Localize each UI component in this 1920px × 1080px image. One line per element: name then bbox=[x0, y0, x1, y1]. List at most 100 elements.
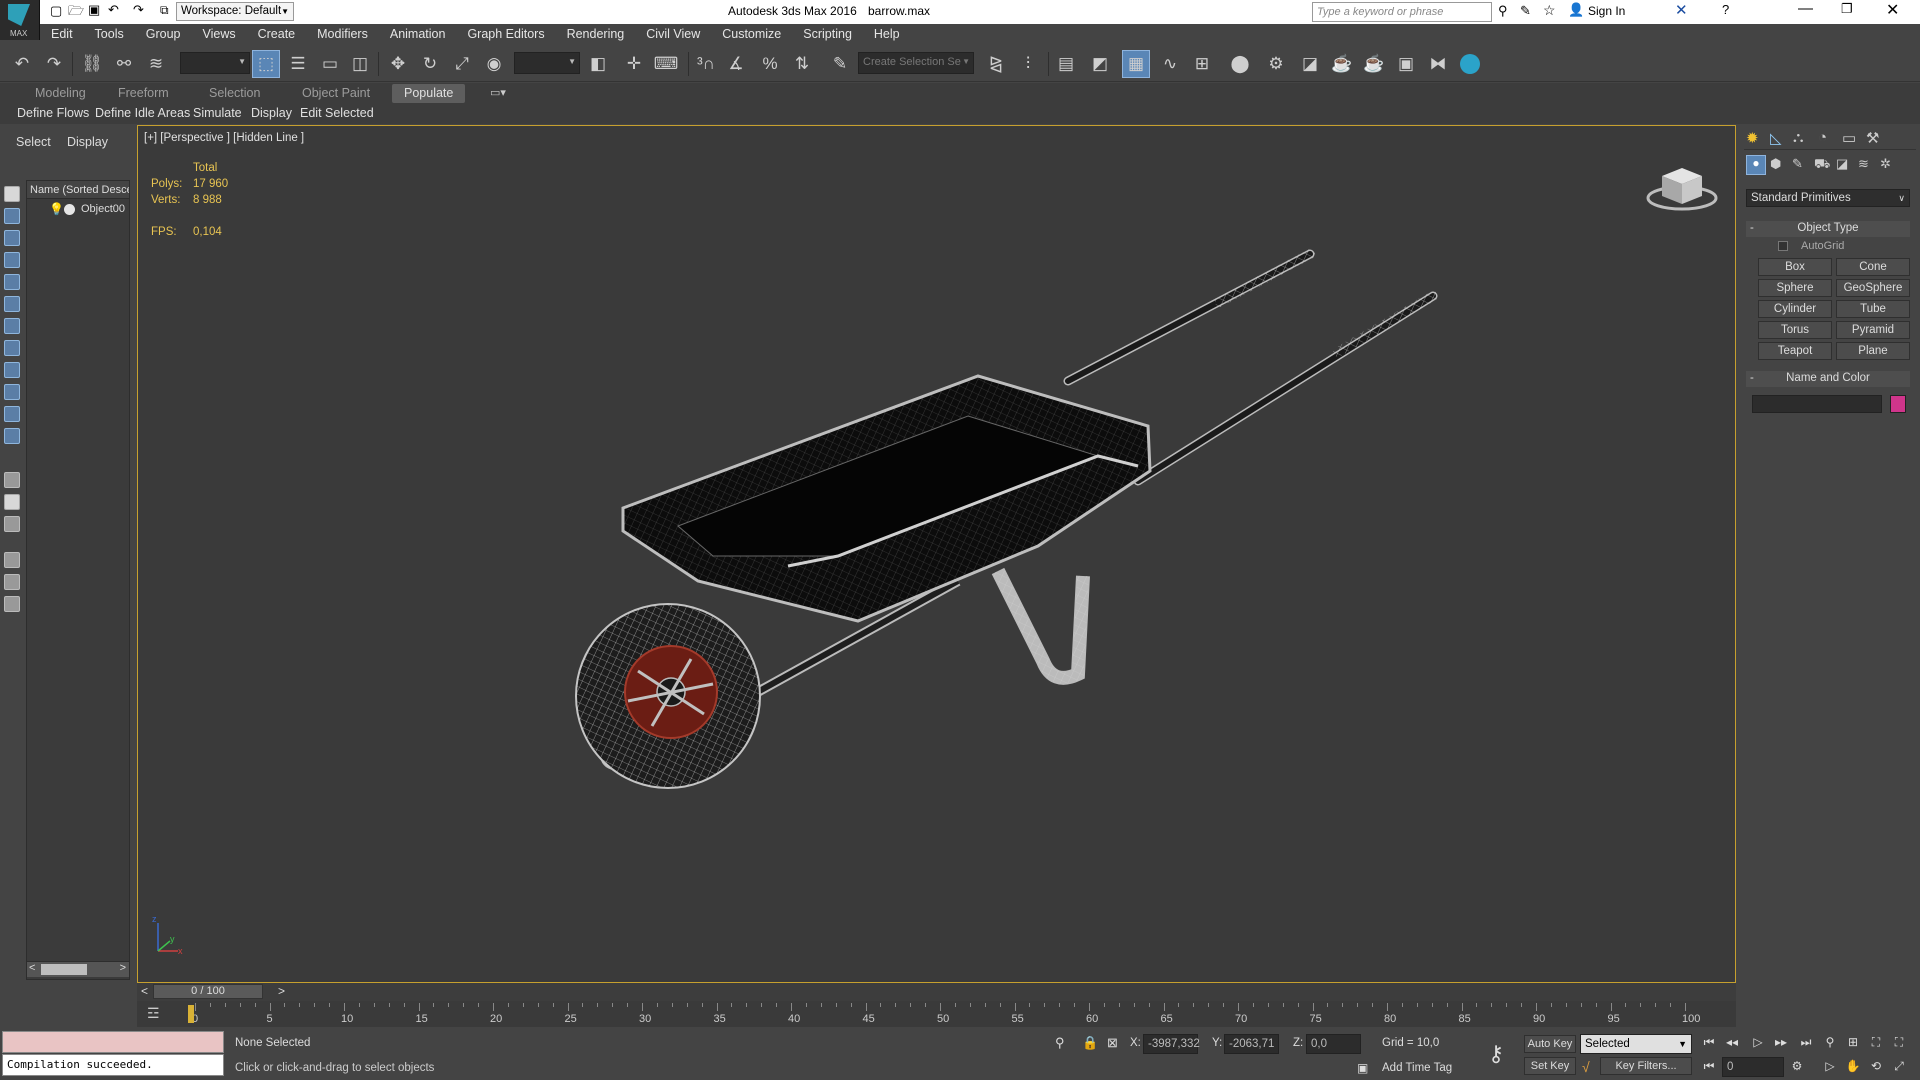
material-editor-icon[interactable]: ⬤ bbox=[1226, 50, 1254, 78]
selection-filter-dropdown[interactable]: ▼ bbox=[180, 52, 250, 74]
motion-tab-icon[interactable]: ◔ bbox=[1818, 129, 1827, 146]
reference-coordinate-dropdown[interactable]: ▼ bbox=[514, 52, 580, 74]
place-icon[interactable]: ◉ bbox=[480, 50, 508, 78]
time-slider-next-icon[interactable]: > bbox=[278, 984, 285, 998]
menu-rendering[interactable]: Rendering bbox=[556, 24, 636, 44]
zoom-extents-icon[interactable]: ⛶ bbox=[1866, 1032, 1886, 1052]
time-slider[interactable]: < 0 / 100 > bbox=[137, 983, 1736, 1001]
menu-customize[interactable]: Customize bbox=[711, 24, 792, 44]
menu-help[interactable]: Help bbox=[863, 24, 911, 44]
isolate-icon[interactable]: ⚲ bbox=[1055, 1035, 1065, 1051]
curve-editor-icon[interactable]: ∿ bbox=[1156, 50, 1184, 78]
menu-views[interactable]: Views bbox=[191, 24, 246, 44]
render-icon[interactable]: ☕ bbox=[1328, 50, 1356, 78]
move-icon[interactable]: ✥ bbox=[384, 50, 412, 78]
define-idle-areas-button[interactable]: Define Idle Areas bbox=[95, 106, 190, 120]
define-flows-button[interactable]: Define Flows bbox=[17, 106, 89, 120]
percent-snap-icon[interactable]: % bbox=[756, 50, 784, 78]
link-icon[interactable]: ⛓ bbox=[78, 50, 106, 78]
pan-view-icon[interactable]: ✋ bbox=[1843, 1056, 1863, 1076]
helpers-icon[interactable]: ◪ bbox=[1836, 156, 1848, 172]
undo-icon[interactable]: ↶ bbox=[108, 2, 119, 18]
scene-tab-select[interactable]: Select bbox=[16, 135, 51, 149]
modify-tab-icon[interactable]: ◺ bbox=[1770, 129, 1782, 147]
freeze-icon[interactable] bbox=[64, 204, 75, 215]
tube-button[interactable]: Tube bbox=[1836, 300, 1910, 318]
scale-icon[interactable]: ⤢ bbox=[448, 50, 476, 78]
object-color-swatch[interactable] bbox=[1890, 395, 1906, 413]
star-icon[interactable]: ☆ bbox=[1543, 2, 1556, 19]
zoom-extents-all-icon[interactable]: ⛶ bbox=[1889, 1032, 1909, 1052]
display-tab-icon[interactable]: ▭ bbox=[1842, 129, 1856, 147]
help-icon[interactable]: ? bbox=[1722, 2, 1729, 17]
scroll-left-icon[interactable]: < bbox=[29, 962, 35, 974]
name-color-rollout-header[interactable]: - Name and Color bbox=[1746, 371, 1910, 387]
project-folder-icon[interactable]: ⧉ bbox=[160, 3, 169, 18]
tab-freeform[interactable]: Freeform bbox=[118, 86, 169, 100]
autogrid-checkbox[interactable] bbox=[1778, 241, 1788, 251]
display-dependents-icon[interactable] bbox=[4, 516, 20, 532]
go-to-start-icon[interactable]: ⏮ bbox=[1699, 1032, 1719, 1052]
wheelbarrow-model[interactable] bbox=[138, 126, 1735, 982]
key-curve-icon[interactable]: √ bbox=[1582, 1059, 1590, 1075]
display-none-icon[interactable] bbox=[4, 186, 20, 202]
display-bones-icon[interactable] bbox=[4, 384, 20, 400]
display-button[interactable]: Display bbox=[251, 106, 292, 120]
workspace-dropdown[interactable]: Workspace: Default ▼ bbox=[176, 2, 294, 21]
perspective-viewport[interactable]: [+] [Perspective ] [Hidden Line ] Total … bbox=[137, 125, 1736, 983]
unlink-icon[interactable]: ⚯ bbox=[110, 50, 138, 78]
rendered-frame-icon[interactable]: ◪ bbox=[1296, 50, 1324, 78]
create-tab-icon[interactable]: ✹ bbox=[1746, 129, 1759, 147]
shapes-icon[interactable]: ⬢ bbox=[1770, 156, 1781, 172]
user-icon[interactable]: 👤 bbox=[1568, 2, 1584, 18]
cone-button[interactable]: Cone bbox=[1836, 258, 1910, 276]
scroll-right-icon[interactable]: > bbox=[120, 962, 126, 974]
go-to-end-icon[interactable]: ⏭ bbox=[1796, 1032, 1816, 1052]
display-frozen-icon[interactable] bbox=[4, 428, 20, 444]
torus-button[interactable]: Torus bbox=[1758, 321, 1832, 339]
app-menu-button[interactable]: MAX bbox=[0, 0, 40, 40]
select-manipulate-icon[interactable]: ✛ bbox=[620, 50, 648, 78]
sign-in-link[interactable]: Sign In bbox=[1588, 4, 1625, 18]
orbit-icon[interactable]: ⟲ bbox=[1866, 1056, 1886, 1076]
new-file-icon[interactable]: ▢ bbox=[50, 3, 62, 19]
geometry-icon[interactable]: ● bbox=[1746, 155, 1766, 175]
select-all-icon[interactable] bbox=[4, 574, 20, 590]
binoculars-icon[interactable]: ⚲ bbox=[1498, 3, 1508, 19]
display-groups-icon[interactable] bbox=[4, 340, 20, 356]
utilities-tab-icon[interactable]: ⚒ bbox=[1866, 129, 1879, 147]
edit-selected-button[interactable]: Edit Selected bbox=[300, 106, 374, 120]
close-button[interactable]: ✕ bbox=[1886, 0, 1899, 20]
current-frame-marker[interactable] bbox=[188, 1005, 194, 1023]
rectangular-selection-icon[interactable]: ▭ bbox=[316, 50, 344, 78]
key-filters-button[interactable]: Key Filters... bbox=[1600, 1057, 1692, 1075]
select-object-icon[interactable]: ⬚ bbox=[252, 50, 280, 78]
menu-graph-editors[interactable]: Graph Editors bbox=[456, 24, 555, 44]
tab-modeling[interactable]: Modeling bbox=[35, 86, 86, 100]
lightbulb-icon[interactable]: 💡 bbox=[49, 202, 64, 216]
snaps-toggle-icon[interactable]: ³∩ bbox=[692, 50, 720, 78]
track-bar[interactable]: ☲ 0 5 10 15 20 25 30 35 40 45 50 55 60 65 70 75 80 85 90 95… bbox=[137, 1001, 1736, 1027]
x-coordinate-input[interactable]: -3987,332 bbox=[1143, 1034, 1200, 1054]
play-icon[interactable]: ▷ bbox=[1748, 1032, 1768, 1052]
time-slider-prev-icon[interactable]: < bbox=[141, 984, 148, 998]
display-geometry-icon[interactable] bbox=[4, 208, 20, 224]
maximize-button[interactable]: ❐ bbox=[1841, 1, 1853, 17]
maxscript-listener-input[interactable] bbox=[2, 1031, 224, 1053]
next-frame-icon[interactable]: ▸▸ bbox=[1771, 1032, 1791, 1052]
filter-icon[interactable] bbox=[4, 552, 20, 568]
lock-selection-icon[interactable]: 🔒 bbox=[1082, 1035, 1098, 1051]
key-mode-toggle-icon[interactable]: ⏮ bbox=[1699, 1056, 1719, 1076]
set-key-icon[interactable]: ⚷ bbox=[1488, 1041, 1504, 1067]
edit-named-selection-icon[interactable]: ✎ bbox=[826, 50, 854, 78]
field-of-view-icon[interactable]: ▷ bbox=[1820, 1056, 1840, 1076]
redo-icon[interactable]: ↷ bbox=[40, 50, 68, 78]
menu-create[interactable]: Create bbox=[247, 24, 307, 44]
scroll-thumb[interactable] bbox=[41, 964, 87, 975]
cameras-icon[interactable]: ⛟ bbox=[1814, 156, 1830, 174]
add-time-tag[interactable]: Add Time Tag bbox=[1382, 1062, 1452, 1074]
tab-object-paint[interactable]: Object Paint bbox=[302, 86, 370, 100]
current-frame-input[interactable]: 0 bbox=[1722, 1057, 1784, 1077]
primitive-type-dropdown[interactable]: Standard Primitives ∨ bbox=[1746, 189, 1910, 207]
menu-tools[interactable]: Tools bbox=[84, 24, 135, 44]
